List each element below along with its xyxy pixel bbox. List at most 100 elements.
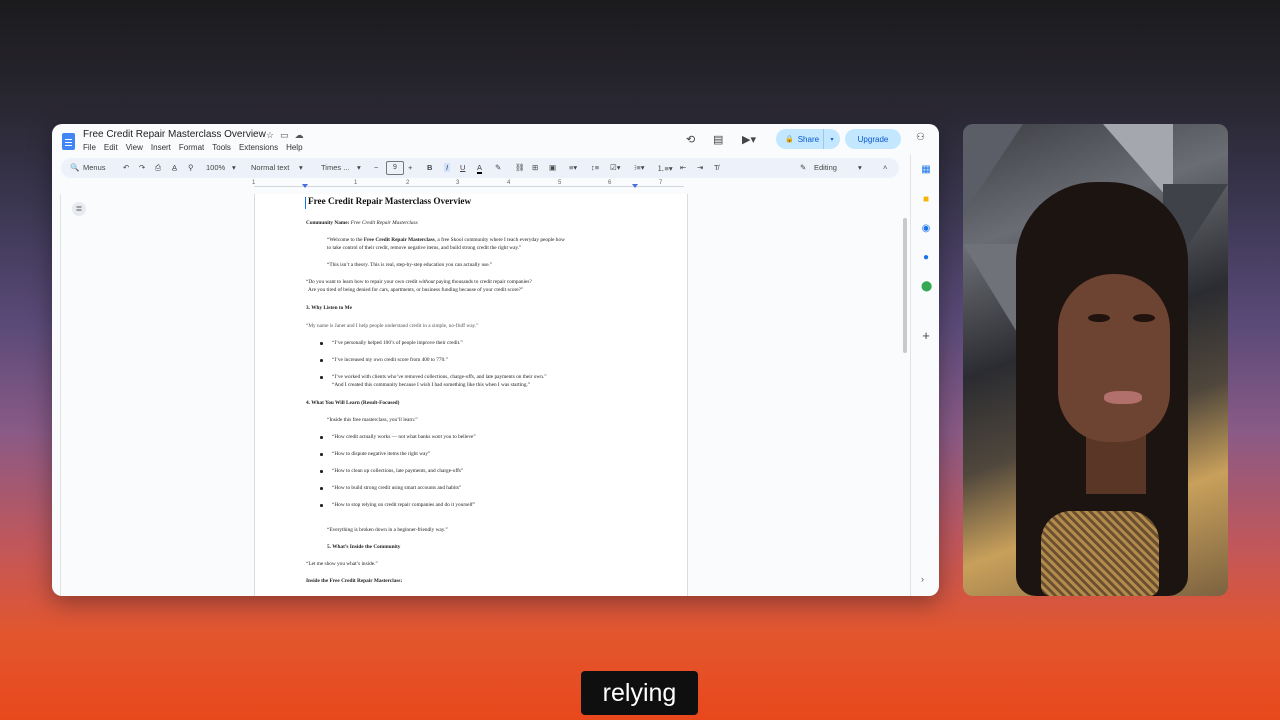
q1-pre: “Do you want to learn how to repair your… [306,279,419,285]
document-page[interactable]: Free Credit Repair Masterclass Overview … [254,194,688,596]
list-item: “How to dispute negative items the right… [332,451,431,457]
chevron-up-icon[interactable]: ˄ [883,163,887,172]
folder-icon[interactable]: ▭ [280,130,289,140]
document-title[interactable]: Free Credit Repair Masterclass Overview [83,129,266,140]
editing-mode-select[interactable]: Editing [814,163,837,172]
indent-decrease-icon[interactable]: ⇤ [680,163,686,172]
font-select[interactable]: Times ... [321,163,349,172]
indent-increase-icon[interactable]: ⇥ [697,163,703,172]
outline-icon[interactable]: ≣ [72,202,86,216]
bullet-list-icon[interactable]: ⁝≡▾ [634,163,645,172]
paint-format-icon[interactable]: ⚲ [188,163,194,172]
list-item: “How to clean up collections, late payme… [332,468,464,474]
left-indent-marker[interactable] [302,184,308,188]
chevron-right-icon[interactable]: › [921,574,924,584]
question-line-2: Are you tired of being denied for cars, … [308,287,524,293]
font-size-input[interactable]: 9 [386,161,404,175]
clear-format-icon[interactable]: T̸ [714,163,719,172]
list-item: “I’ve personally helped 100’s of people … [332,340,463,346]
cloud-icon[interactable]: ☁ [295,130,304,140]
share-button[interactable]: 🔒 Share ▾ [776,129,840,149]
print-icon[interactable]: ⎙ [155,163,161,173]
menu-help[interactable]: Help [286,143,302,152]
align-icon[interactable]: ≡▾ [569,163,577,172]
add-comment-icon[interactable]: ⊞ [532,163,538,172]
list-item: “How to build strong credit using smart … [332,485,462,491]
right-indent-marker[interactable] [632,184,638,188]
style-select[interactable]: Normal text [251,163,289,172]
menu-tools[interactable]: Tools [212,143,231,152]
calendar-icon[interactable]: ▦ [921,164,931,175]
person-mouth [1104,391,1142,404]
title-bar: Free Credit Repair Masterclass Overview … [52,124,939,154]
numbered-list-icon[interactable]: ⒈≡▾ [657,163,673,174]
share-dropdown-icon[interactable]: ▾ [823,129,840,149]
horizontal-ruler[interactable]: 1 1 2 3 4 5 6 7 [52,180,904,192]
bullet [320,342,323,345]
undo-icon[interactable]: ↶ [123,163,129,172]
welcome-post: , a free Skool community where I teach e… [434,237,565,243]
spellcheck-icon[interactable]: A̲ [172,163,177,172]
highlight-icon[interactable]: ✎ [495,163,501,172]
keep-icon[interactable]: ■ [921,194,931,205]
text-cursor [305,197,306,209]
pencil-icon[interactable]: ✎ [800,163,806,172]
italic-icon[interactable]: I [444,163,451,172]
menu-insert[interactable]: Insert [151,143,171,152]
list-item-continued: “And I created this community because I … [332,382,531,388]
ruler-tick: 3 [456,180,460,186]
bold-icon[interactable]: B [427,163,432,172]
menus-search[interactable]: Menus [83,163,106,172]
account-icon[interactable]: ⚇ [916,132,925,143]
webcam-video [963,124,1228,596]
zoom-select[interactable]: 100% [206,163,225,172]
maps-icon[interactable]: ⬤ [921,281,932,292]
docs-logo-icon[interactable] [62,133,75,150]
upgrade-button[interactable]: Upgrade [845,129,901,149]
welcome-line-2: to take control of their credit, remove … [327,245,522,251]
menu-view[interactable]: View [126,143,143,152]
menu-edit[interactable]: Edit [104,143,118,152]
bullet [320,470,323,473]
meet-icon[interactable]: ▶▾ [742,133,756,146]
contacts-icon[interactable]: ● [921,252,931,263]
formatting-toolbar: 🔍 Menus ↶ ↷ ⎙ A̲ ⚲ 100% ▾ Normal text ▾ … [61,158,899,178]
ruler-tick: 5 [558,180,562,186]
section-5-heading: 5. What’s Inside the Community [327,544,401,550]
checklist-icon[interactable]: ☑▾ [610,163,621,172]
chevron-down-icon[interactable]: ▾ [858,163,862,172]
chevron-down-icon[interactable]: ▾ [299,163,303,172]
menu-file[interactable]: File [83,143,96,152]
text-color-icon[interactable]: A [477,163,483,174]
plus-icon[interactable]: + [921,328,931,343]
lock-icon: 🔒 [785,136,794,143]
link-icon[interactable]: ⛓ [515,163,525,172]
google-docs-window: Free Credit Repair Masterclass Overview … [52,124,939,596]
menu-extensions[interactable]: Extensions [239,143,278,152]
bullet [320,504,323,507]
chevron-down-icon[interactable]: ▾ [232,163,236,172]
caption-subtitle: relying [581,671,698,715]
inside-heading: Inside the Free Credit Repair Masterclas… [306,578,403,584]
vertical-scrollbar[interactable] [903,218,907,353]
font-size-increase-icon[interactable]: + [408,163,412,172]
comment-icon[interactable]: ▤ [713,133,723,146]
question-line-1: “Do you want to learn how to repair your… [306,278,532,286]
history-icon[interactable]: ⟲ [686,133,695,146]
menu-format[interactable]: Format [179,143,204,152]
redo-icon[interactable]: ↷ [139,163,145,172]
tasks-icon[interactable]: ◉ [921,223,931,234]
image-icon[interactable]: ▣ [549,163,556,172]
font-size-decrease-icon[interactable]: − [374,163,378,172]
person-eye [1088,314,1110,322]
q1-italic: without [418,279,435,285]
underline-icon[interactable]: U [460,163,465,172]
welcome-pre: “Welcome to the [327,237,364,243]
line-spacing-icon[interactable]: ↕≡ [591,163,599,172]
side-panel: ▦ ■ ◉ ● ⬤ + › [910,154,939,596]
b4-1-post: you to believe” [442,434,476,440]
star-icon[interactable]: ☆ [266,130,274,140]
chevron-down-icon[interactable]: ▾ [357,163,361,172]
bullet [320,359,323,362]
search-icon[interactable]: 🔍 [70,163,79,172]
